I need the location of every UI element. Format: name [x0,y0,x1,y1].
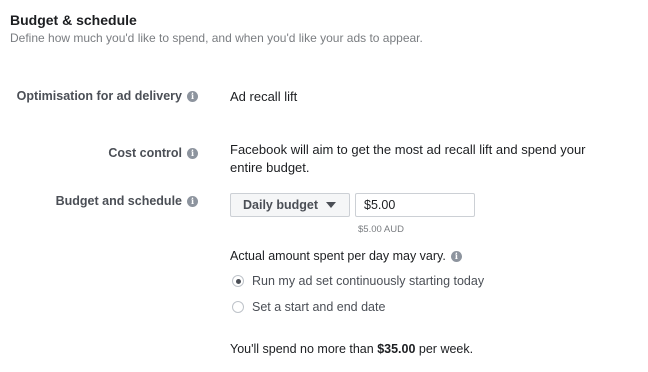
cost-control-label: Cost control [108,146,182,160]
vary-note-row: Actual amount spent per day may vary. i [230,249,462,263]
info-icon[interactable]: i [187,90,198,102]
budget-type-label: Daily budget [243,198,319,212]
spend-amount: $35.00 [377,342,416,356]
budget-amount-input[interactable] [355,193,475,217]
vary-note: Actual amount spent per day may vary. [230,249,446,263]
cost-control-description: Facebook will aim to get the most ad rec… [230,142,586,175]
optimisation-value: Ad recall lift [230,89,298,104]
spend-prefix: You'll spend no more than [230,342,374,356]
weekly-spend-note: You'll spend no more than $35.00 per wee… [230,342,473,356]
budget-schedule-label-row: Budget and schedule i [56,194,198,208]
info-icon[interactable]: i [450,250,462,262]
info-icon[interactable]: i [187,147,198,159]
radio-button-selected[interactable] [232,275,244,287]
radio-start-end-date[interactable]: Set a start and end date [232,300,385,314]
currency-note: $5.00 AUD [358,224,404,235]
radio-label: Run my ad set continuously starting toda… [252,274,485,288]
spend-suffix: per week. [418,342,474,356]
optimisation-label: Optimisation for ad delivery [16,89,182,103]
caret-down-icon [326,202,337,208]
radio-button[interactable] [232,301,244,313]
optimisation-label-row: Optimisation for ad delivery i [17,89,198,103]
info-icon[interactable]: i [187,195,198,207]
section-title: Budget & schedule [10,12,137,28]
radio-label: Set a start and end date [252,300,386,314]
section-subtitle: Define how much you'd like to spend, and… [10,31,423,45]
budget-type-dropdown[interactable]: Daily budget [230,193,350,217]
budget-schedule-label: Budget and schedule [55,194,182,208]
radio-run-continuously[interactable]: Run my ad set continuously starting toda… [232,274,484,288]
cost-control-label-row: Cost control i [108,146,198,160]
